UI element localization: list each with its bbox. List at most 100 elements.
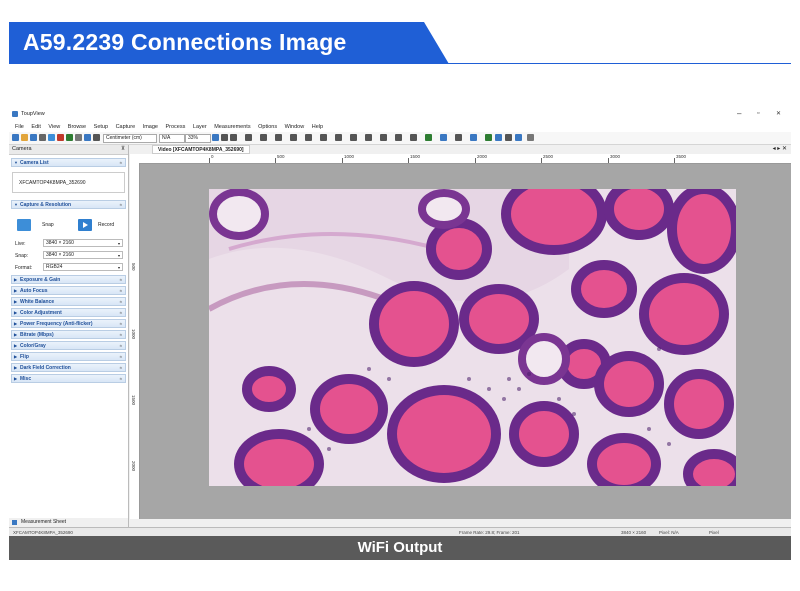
menu-window[interactable]: Window bbox=[285, 122, 305, 132]
section-power-frequency[interactable]: ▶ Power Frequency (Anti-flicker) ≈ bbox=[11, 319, 126, 328]
section-misc[interactable]: ▶ Misc ≈ bbox=[11, 374, 126, 383]
section-color-adjustment[interactable]: ▶ Color Adjustment ≈ bbox=[11, 308, 126, 317]
settings-icon[interactable] bbox=[75, 134, 82, 141]
polyline-icon[interactable] bbox=[260, 134, 267, 141]
section-auto-focus[interactable]: ▶ Auto Focus ≈ bbox=[11, 286, 126, 295]
banner-underline bbox=[9, 63, 791, 64]
close-tab-icon[interactable]: ◂ ▸ ✕ bbox=[773, 145, 787, 154]
menu-layer[interactable]: Layer bbox=[193, 122, 207, 132]
document-tab-bar: Video [XFCAMTOP4K8MPA_352690] ◂ ▸ ✕ bbox=[130, 145, 791, 154]
collapse-icon: ≈ bbox=[119, 160, 122, 165]
arrow-icon[interactable] bbox=[425, 134, 432, 141]
menu-view[interactable]: View bbox=[48, 122, 60, 132]
menu-help[interactable]: Help bbox=[312, 122, 323, 132]
expand-icon: ▼ bbox=[14, 160, 18, 165]
section-color-gray[interactable]: ▶ Color/Gray ≈ bbox=[11, 341, 126, 350]
menu-file[interactable]: File bbox=[15, 122, 24, 132]
parallel-icon[interactable] bbox=[275, 134, 282, 141]
snap-button[interactable]: Snap bbox=[42, 222, 54, 228]
ruler-h-2000: 2000 bbox=[477, 154, 488, 159]
ruler-icon[interactable] bbox=[93, 134, 100, 141]
chevron-down-icon: ▾ bbox=[117, 253, 120, 258]
circle-icon[interactable] bbox=[305, 134, 312, 141]
section-capture-resolution[interactable]: ▼ Capture & Resolution ≈ bbox=[11, 200, 126, 209]
grid-icon[interactable] bbox=[66, 134, 73, 141]
ellipse-icon[interactable] bbox=[320, 134, 327, 141]
menu-setup[interactable]: Setup bbox=[94, 122, 108, 132]
unit-select[interactable]: Centimeter (cm) bbox=[103, 134, 157, 143]
window-icon[interactable] bbox=[84, 134, 91, 141]
calibrate-icon[interactable] bbox=[440, 134, 447, 141]
snap-camera-icon[interactable] bbox=[17, 219, 31, 231]
live-label: Live: bbox=[15, 241, 26, 247]
scale-icon[interactable] bbox=[455, 134, 462, 141]
microscope-image[interactable] bbox=[209, 189, 736, 486]
table-icon[interactable] bbox=[470, 134, 477, 141]
record-play-icon[interactable] bbox=[78, 219, 92, 231]
menu-edit[interactable]: Edit bbox=[31, 122, 40, 132]
polygon-icon[interactable] bbox=[335, 134, 342, 141]
panel-header: Camera ⊼ bbox=[9, 145, 128, 155]
close-button[interactable]: ✕ bbox=[776, 110, 781, 117]
section-white-balance[interactable]: ▶ White Balance ≈ bbox=[11, 297, 126, 306]
record-icon[interactable] bbox=[57, 134, 64, 141]
section-flip[interactable]: ▶ Flip ≈ bbox=[11, 352, 126, 361]
layer-icon[interactable] bbox=[515, 134, 522, 141]
ruler-h-1500: 1500 bbox=[410, 154, 421, 159]
ruler-v-1000: 1000 bbox=[131, 329, 136, 340]
text-icon[interactable] bbox=[380, 134, 387, 141]
menu-measurements[interactable]: Measurements bbox=[214, 122, 250, 132]
chart-icon[interactable] bbox=[495, 134, 502, 141]
maximize-button[interactable]: ▫ bbox=[757, 110, 759, 117]
rectangle-icon[interactable] bbox=[290, 134, 297, 141]
menu-options[interactable]: Options bbox=[258, 122, 277, 132]
document-area: Video [XFCAMTOP4K8MPA_352690] ◂ ▸ ✕ 0 50… bbox=[130, 145, 791, 519]
chevron-down-icon: ▾ bbox=[117, 265, 120, 270]
live-resolution-select[interactable]: 3840 × 2160 ▾ bbox=[43, 239, 123, 247]
line-icon[interactable] bbox=[245, 134, 252, 141]
measurement-sheet-tab[interactable]: Measurement Sheet bbox=[9, 518, 128, 527]
more-icon[interactable] bbox=[527, 134, 534, 141]
point-icon[interactable] bbox=[410, 134, 417, 141]
ruler-v-1500: 1500 bbox=[131, 395, 136, 406]
tab-video[interactable]: Video [XFCAMTOP4K8MPA_352690] bbox=[152, 145, 250, 154]
select-icon[interactable] bbox=[221, 134, 228, 141]
histogram-icon[interactable] bbox=[505, 134, 512, 141]
panel-title: Camera bbox=[12, 146, 32, 152]
section-camera-list[interactable]: ▼ Camera List ≈ bbox=[11, 158, 126, 167]
star-icon[interactable] bbox=[395, 134, 402, 141]
angle-icon[interactable] bbox=[230, 134, 237, 141]
na-select[interactable]: N/A bbox=[159, 134, 185, 143]
menu-capture[interactable]: Capture bbox=[116, 122, 136, 132]
curve-icon[interactable] bbox=[350, 134, 357, 141]
ruler-h-3500: 3500 bbox=[676, 154, 687, 159]
menu-browse[interactable]: Browse bbox=[68, 122, 86, 132]
section-exposure-gain[interactable]: ▶ Exposure & Gain ≈ bbox=[11, 275, 126, 284]
title-bar: ToupView – ▫ ✕ bbox=[9, 108, 791, 122]
snap-res-label: Snap: bbox=[15, 253, 29, 259]
camera-list-item[interactable]: XFCAMTOP4K8MPA_352690 bbox=[19, 180, 86, 186]
format-select[interactable]: RGB24 ▾ bbox=[43, 263, 123, 271]
minimize-button[interactable]: – bbox=[737, 109, 741, 118]
open-icon[interactable] bbox=[12, 134, 19, 141]
export-icon[interactable] bbox=[485, 134, 492, 141]
menu-bar: File Edit View Browse Setup Capture Imag… bbox=[9, 122, 791, 132]
menu-image[interactable]: Image bbox=[143, 122, 158, 132]
section-dark-field[interactable]: ▶ Dark Field Correction ≈ bbox=[11, 363, 126, 372]
camera-icon[interactable] bbox=[48, 134, 55, 141]
snap-resolution-select[interactable]: 3840 × 2160 ▾ bbox=[43, 251, 123, 259]
menu-process[interactable]: Process bbox=[166, 122, 186, 132]
arc-icon[interactable] bbox=[365, 134, 372, 141]
camera-list[interactable]: XFCAMTOP4K8MPA_352690 bbox=[12, 172, 125, 193]
toolbar: Centimeter (cm) N/A 33% bbox=[9, 132, 791, 145]
print-icon[interactable] bbox=[39, 134, 46, 141]
pin-icon[interactable]: ⊼ bbox=[121, 145, 125, 154]
zoom-select[interactable]: 33% bbox=[185, 134, 211, 143]
wifi-output-label: WiFi Output bbox=[357, 539, 443, 556]
save-icon[interactable] bbox=[30, 134, 37, 141]
ruler-h-2500: 2500 bbox=[543, 154, 554, 159]
section-bitrate[interactable]: ▶ Bitrate (Mbps) ≈ bbox=[11, 330, 126, 339]
cursor-icon[interactable] bbox=[212, 134, 219, 141]
folder-icon[interactable] bbox=[21, 134, 28, 141]
record-button[interactable]: Record bbox=[98, 222, 114, 228]
